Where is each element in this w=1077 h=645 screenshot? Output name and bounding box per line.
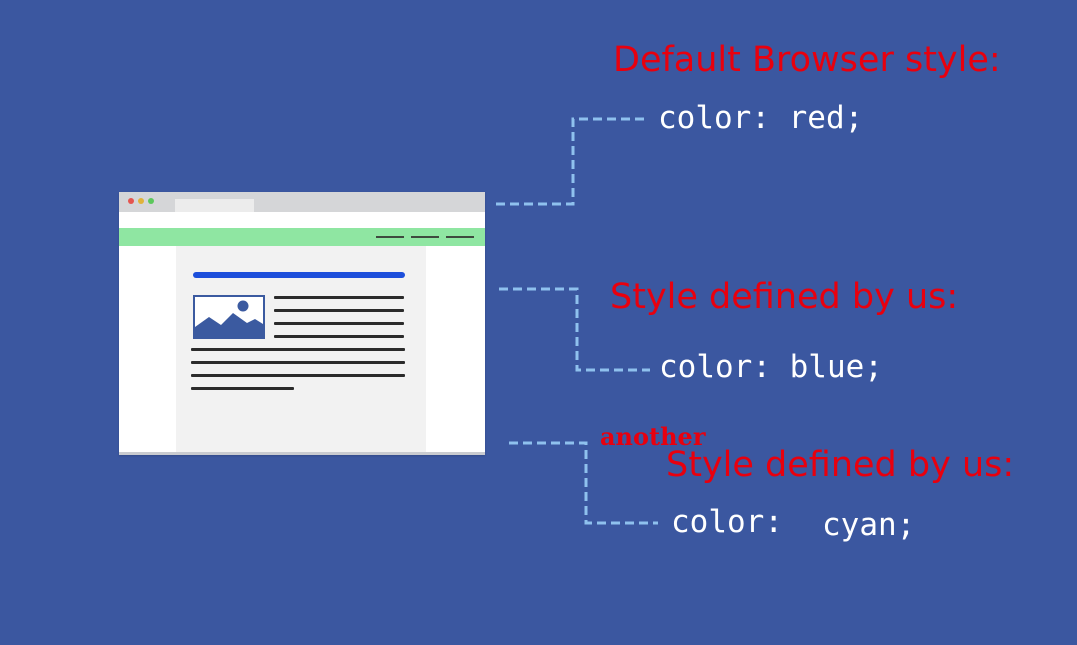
diagram-canvas: Default Browser style: color: red; Style…: [0, 0, 1077, 645]
dashed-connectors: [496, 117, 658, 525]
our-style-heading: Style defined by us:: [610, 277, 959, 317]
connector-default-style: [496, 117, 648, 206]
default-browser-style-heading: Default Browser style:: [613, 40, 1001, 80]
another-style-declaration-property: color:: [671, 504, 783, 540]
another-style-declaration-value: cyan;: [822, 507, 916, 543]
default-browser-style-declaration: color: red;: [658, 100, 864, 136]
connector-another-style: [509, 441, 658, 525]
our-style-declaration: color: blue;: [659, 349, 883, 385]
another-style-heading: Style defined by us:: [666, 445, 1015, 485]
